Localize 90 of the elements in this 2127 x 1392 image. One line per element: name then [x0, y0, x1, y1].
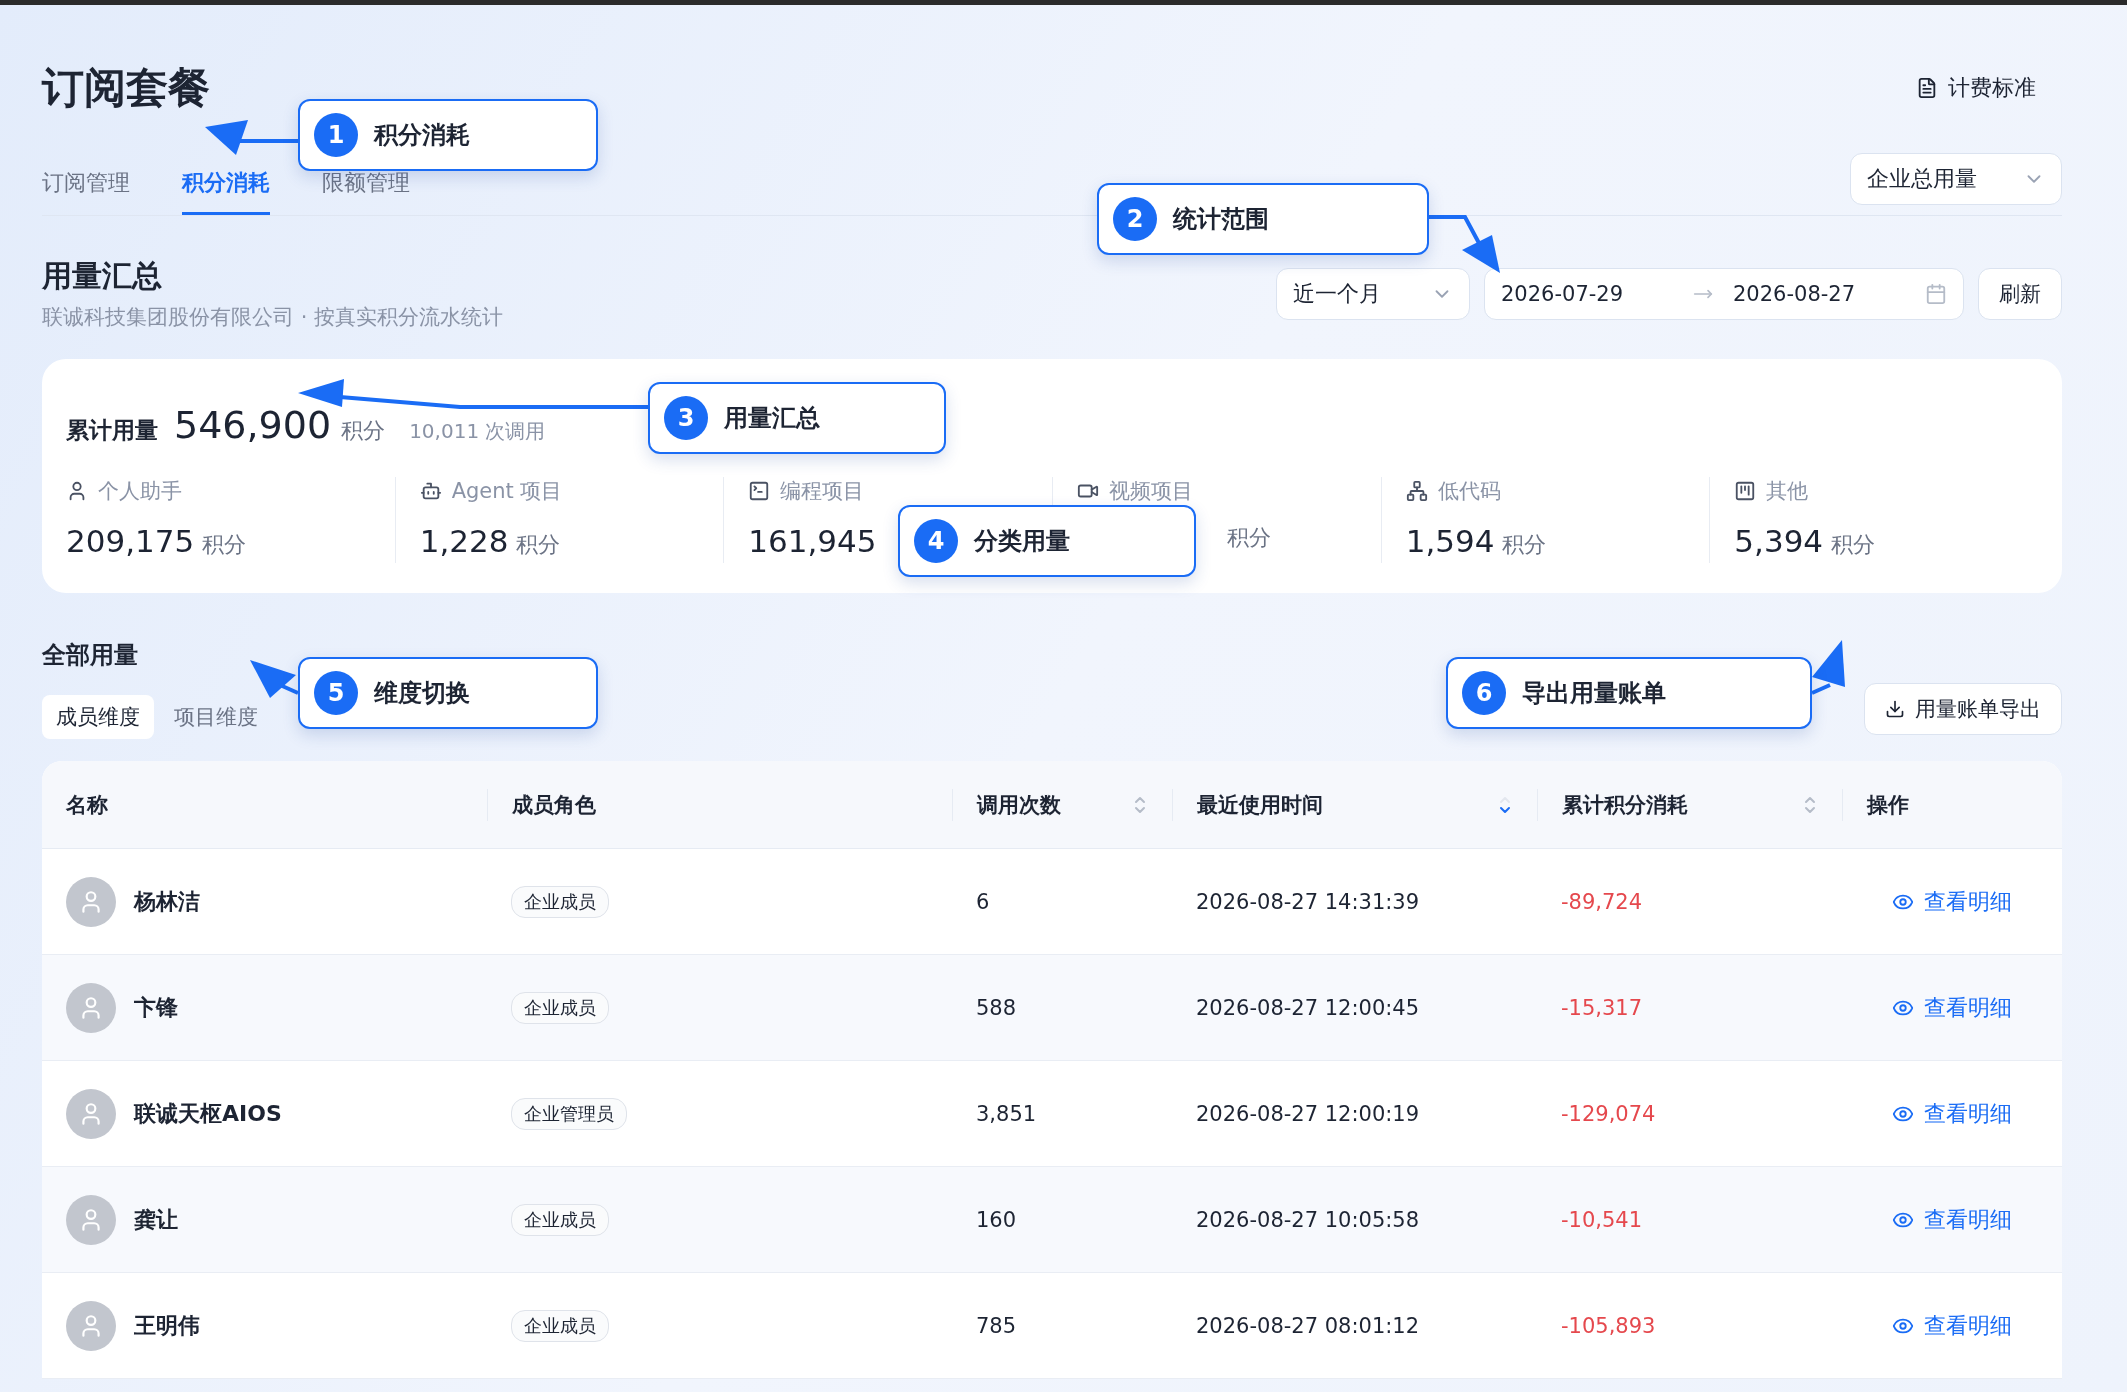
- details-link[interactable]: 查看明细: [1892, 1204, 2012, 1235]
- table-cell-text: 2026-08-27 14:31:39: [1195, 889, 1421, 914]
- category-value: 1,594: [1405, 523, 1495, 559]
- member-name: 龚让: [134, 1205, 178, 1234]
- dimension-tab[interactable]: 成员维度: [42, 695, 154, 739]
- column-header: 成员角色: [512, 791, 596, 819]
- total-value: 546,900: [174, 403, 332, 447]
- step-number: 1: [314, 113, 358, 157]
- role-tag: 企业管理员: [511, 1097, 627, 1130]
- details-link[interactable]: 查看明细: [1892, 1310, 2012, 1341]
- call-count: 10,011 次调用: [409, 418, 546, 445]
- column-header: 名称: [66, 791, 108, 819]
- step-number: 2: [1113, 197, 1157, 241]
- refresh-button[interactable]: 刷新: [1978, 267, 2062, 320]
- details-link[interactable]: 查看明细: [1892, 886, 2012, 917]
- category-label: 编程项目: [780, 478, 865, 505]
- role-tag: 企业成员: [511, 885, 609, 918]
- callout-label: 统计范围: [1173, 204, 1269, 235]
- category-label: 低代码: [1437, 478, 1501, 505]
- category-value: 1,228: [419, 523, 509, 559]
- callout-label: 维度切换: [374, 678, 470, 709]
- unit-label: 积分: [516, 531, 561, 559]
- category-value: 5,394: [1734, 523, 1824, 559]
- section-subtitle: 联诚科技集团股份有限公司 · 按真实积分流水统计: [42, 304, 504, 331]
- step-number: 6: [1462, 671, 1506, 715]
- member-name: 杨林洁: [134, 887, 200, 916]
- document-icon: [1916, 77, 1938, 99]
- role-tag: 企业成员: [511, 1203, 609, 1236]
- range-select[interactable]: 近一个月: [1276, 267, 1470, 320]
- column-header: 最近使用时间: [1197, 791, 1323, 819]
- billing-link[interactable]: 计费标准: [1910, 72, 2042, 104]
- date-range-field[interactable]: 2026-07-29 2026-08-27: [1484, 267, 1964, 320]
- category-label: 视频项目: [1109, 478, 1193, 505]
- column-header: 调用次数: [977, 791, 1061, 819]
- robot-icon: [419, 480, 442, 502]
- page-title: 订阅套餐: [42, 62, 210, 114]
- step-number: 4: [914, 519, 958, 563]
- category-value: 161,945: [748, 523, 877, 559]
- step-number: 3: [664, 396, 708, 440]
- category-value: 209,175: [66, 523, 195, 559]
- unit-label: 积分: [341, 417, 386, 445]
- table-cell-text: -129,074: [1560, 1101, 1657, 1126]
- section-title: 全部用量: [42, 640, 139, 671]
- tab[interactable]: 订阅管理: [42, 168, 130, 215]
- unit-label: 积分: [1831, 531, 1876, 559]
- tab[interactable]: 积分消耗: [182, 168, 270, 215]
- column-header: 操作: [1867, 791, 1909, 819]
- details-link[interactable]: 查看明细: [1892, 1098, 2012, 1129]
- table-cell-text: 2026-08-27 10:05:58: [1195, 1207, 1421, 1232]
- table-cell-text: 6: [975, 889, 991, 914]
- hierarchy-icon: [1405, 480, 1428, 502]
- role-tag: 企业成员: [511, 991, 609, 1024]
- table-cell-text: -10,541: [1560, 1207, 1644, 1232]
- member-name: 王明伟: [134, 1311, 200, 1340]
- scope-select[interactable]: 企业总用量: [1850, 153, 2062, 205]
- tab[interactable]: 限额管理: [322, 168, 410, 215]
- callout-label: 导出用量账单: [1522, 678, 1666, 709]
- details-link[interactable]: 查看明细: [1892, 992, 2012, 1023]
- table-cell-text: -15,317: [1560, 995, 1644, 1020]
- table-cell-text: 2026-08-27 08:01:12: [1195, 1313, 1421, 1338]
- table-cell-text: 3,851: [975, 1101, 1038, 1126]
- table-cell-text: 2026-08-27 12:00:19: [1195, 1101, 1421, 1126]
- step-number: 5: [314, 671, 358, 715]
- callout-label: 用量汇总: [724, 403, 820, 434]
- category-label: 个人助手: [98, 478, 182, 505]
- callout-label: 积分消耗: [374, 120, 470, 151]
- category-label: Agent 项目: [451, 478, 563, 505]
- callout-label: 分类用量: [974, 526, 1070, 557]
- table-cell-text: 2026-08-27 12:00:45: [1195, 995, 1421, 1020]
- dimension-tab[interactable]: 项目维度: [160, 695, 272, 739]
- table-cell-text: -89,724: [1560, 889, 1644, 914]
- table-cell-text: 588: [975, 995, 1018, 1020]
- unit-label: 积分: [202, 531, 247, 559]
- export-button[interactable]: 用量账单导出: [1864, 683, 2062, 735]
- category-label: 其他: [1766, 478, 1809, 505]
- member-name: 联诚天枢AIOS: [134, 1099, 282, 1128]
- role-tag: 企业成员: [511, 1309, 609, 1342]
- unit-label: 积分: [1502, 531, 1547, 559]
- column-header: 累计积分消耗: [1562, 791, 1688, 819]
- calendar-icon: [1925, 282, 1947, 305]
- total-label: 累计用量: [66, 416, 158, 445]
- unit-label: 积分: [1227, 524, 1271, 552]
- table-cell-text: 785: [975, 1313, 1018, 1338]
- terminal-icon: [748, 480, 771, 502]
- board-icon: [1734, 480, 1757, 502]
- member-name: 卞锋: [134, 993, 178, 1022]
- section-title: 用量汇总: [42, 257, 163, 295]
- table-cell-text: 160: [975, 1207, 1018, 1232]
- table-cell-text: -105,893: [1560, 1313, 1657, 1338]
- download-icon: [1885, 699, 1905, 719]
